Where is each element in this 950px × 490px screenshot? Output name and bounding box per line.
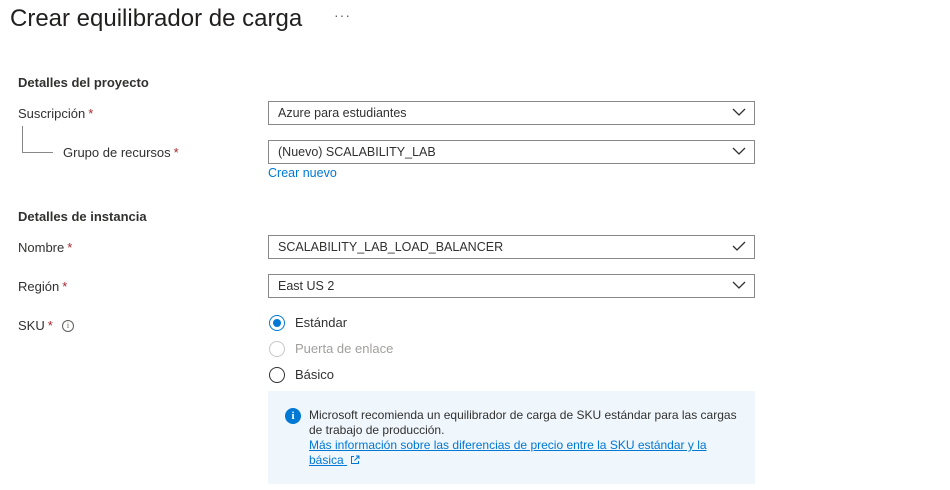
resource-group-value: (Nuevo) SCALABILITY_LAB xyxy=(278,145,436,159)
info-icon: i xyxy=(285,408,301,424)
name-input[interactable]: SCALABILITY_LAB_LOAD_BALANCER xyxy=(268,235,755,259)
name-label: Nombre * xyxy=(18,240,72,255)
subscription-dropdown[interactable]: Azure para estudiantes xyxy=(268,101,755,125)
checkmark-icon xyxy=(732,241,746,251)
name-label-text: Nombre xyxy=(18,240,65,255)
create-new-resource-group-link[interactable]: Crear nuevo xyxy=(268,166,337,180)
sku-option-label: Básico xyxy=(295,367,335,382)
info-banner-content: Microsoft recomienda un equilibrador de … xyxy=(309,408,739,468)
chevron-down-icon xyxy=(732,147,746,155)
sku-option-label: Puerta de enlace xyxy=(295,341,394,356)
pricing-differences-link[interactable]: Más información sobre las diferencias de… xyxy=(309,438,707,467)
sku-option-label: Estándar xyxy=(295,315,348,330)
required-mark: * xyxy=(67,240,73,255)
instance-details-heading: Detalles de instancia xyxy=(18,209,147,224)
required-mark: * xyxy=(47,318,53,333)
page-title: Crear equilibrador de carga xyxy=(10,5,303,32)
radio-button[interactable] xyxy=(269,367,285,383)
radio-button-selected[interactable] xyxy=(269,315,285,331)
pricing-differences-link-text: Más información sobre las diferencias de… xyxy=(309,438,707,467)
region-label-text: Región xyxy=(18,279,60,294)
subscription-value: Azure para estudiantes xyxy=(278,106,407,120)
project-details-heading: Detalles del proyecto xyxy=(18,75,149,90)
resource-group-label: Grupo de recursos * xyxy=(63,145,179,160)
name-value: SCALABILITY_LAB_LOAD_BALANCER xyxy=(278,240,504,254)
region-value: East US 2 xyxy=(278,279,335,293)
resource-group-label-text: Grupo de recursos xyxy=(63,145,171,160)
radio-button-disabled xyxy=(269,341,285,357)
info-banner-text: Microsoft recomienda un equilibrador de … xyxy=(309,408,737,437)
required-mark: * xyxy=(62,279,68,294)
required-mark: * xyxy=(173,145,179,160)
resource-group-dropdown[interactable]: (Nuevo) SCALABILITY_LAB xyxy=(268,140,755,164)
region-dropdown[interactable]: East US 2 xyxy=(268,274,755,298)
chevron-down-icon xyxy=(732,108,746,116)
chevron-down-icon xyxy=(732,281,746,289)
tree-connector-vertical xyxy=(22,126,23,152)
region-label: Región * xyxy=(18,279,67,294)
required-mark: * xyxy=(88,106,94,121)
info-banner: i Microsoft recomienda un equilibrador d… xyxy=(268,391,755,484)
info-icon[interactable]: i xyxy=(62,320,74,332)
tree-connector-horizontal xyxy=(22,152,53,153)
subscription-label: Suscripción * xyxy=(18,106,93,121)
external-link-icon xyxy=(351,455,360,464)
sku-label-text: SKU xyxy=(18,318,45,333)
subscription-label-text: Suscripción xyxy=(18,106,86,121)
sku-label: SKU * xyxy=(18,318,53,333)
more-actions-button[interactable]: ··· xyxy=(334,7,351,23)
